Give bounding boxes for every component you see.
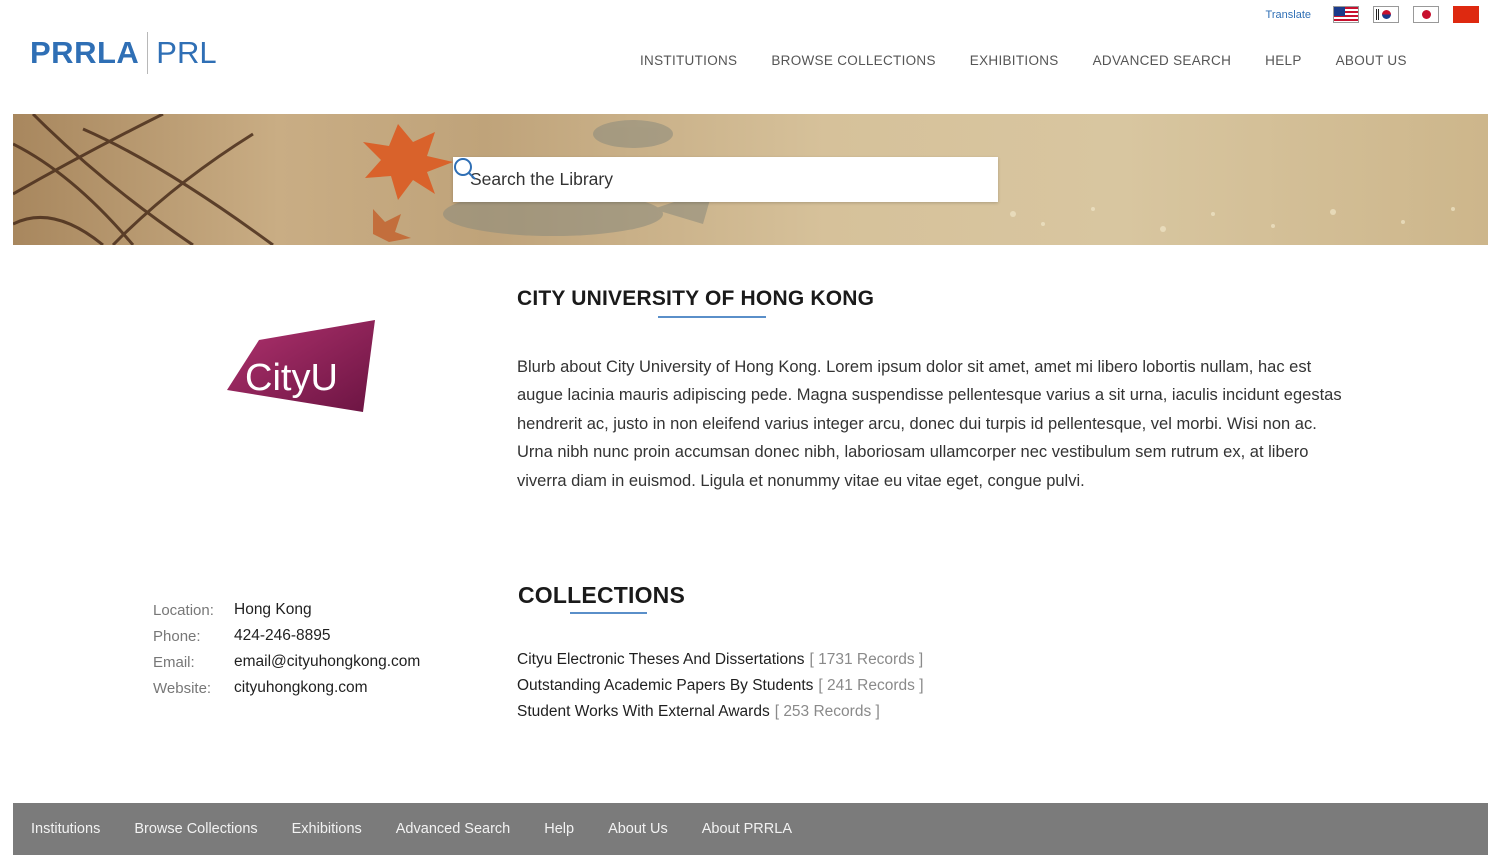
footer-link-advanced-search[interactable]: Advanced Search (396, 821, 510, 837)
collection-count: [ 241 Records ] (818, 677, 924, 694)
footer-link-browse-collections[interactable]: Browse Collections (134, 821, 257, 837)
china-flag-icon[interactable] (1453, 6, 1479, 23)
nav-advanced-search[interactable]: ADVANCED SEARCH (1093, 53, 1232, 68)
footer-link-about-us[interactable]: About Us (608, 821, 668, 837)
footer-link-about-prrla[interactable]: About PRRLA (702, 821, 792, 837)
collection-count: [ 253 Records ] (774, 703, 880, 720)
logo-secondary: PRL (156, 35, 217, 70)
nav-exhibitions[interactable]: EXHIBITIONS (970, 53, 1059, 68)
search-input[interactable] (453, 157, 948, 202)
footer-nav: Institutions Browse Collections Exhibiti… (13, 803, 1488, 855)
logo-divider (147, 32, 149, 74)
contact-value[interactable]: email@cityuhongkong.com (234, 653, 420, 671)
collections-list: Cityu Electronic Theses And Dissertation… (517, 647, 924, 725)
korea-flag-icon[interactable] (1373, 6, 1399, 23)
nav-institutions[interactable]: INSTITUTIONS (640, 53, 737, 68)
institution-title: CITY UNIVERSITY OF HONG KONG (517, 287, 875, 310)
collections-title: COLLECTIONS (518, 582, 686, 608)
contact-label: Phone: (153, 627, 201, 645)
contact-value: Hong Kong (234, 601, 312, 618)
collections-underline (570, 612, 647, 614)
collection-name[interactable]: Student Works With External Awards (517, 703, 770, 721)
utility-bar: Translate (1266, 6, 1479, 23)
contact-label: Email: (153, 653, 195, 671)
footer-link-institutions[interactable]: Institutions (31, 821, 100, 837)
contact-label: Location: (153, 601, 214, 619)
site-logo[interactable]: PRRLA PRL (30, 32, 217, 74)
search-icon[interactable] (454, 157, 998, 202)
contact-value: 424-246-8895 (234, 627, 331, 644)
collection-item[interactable]: Cityu Electronic Theses And Dissertation… (517, 647, 924, 673)
contact-row-location: Location: Hong Kong (153, 597, 420, 623)
contact-row-email: Email: email@cityuhongkong.com (153, 649, 420, 675)
collection-name[interactable]: Outstanding Academic Papers By Students (517, 677, 813, 695)
contact-row-phone: Phone: 424-246-8895 (153, 623, 420, 649)
hero-banner (13, 114, 1488, 245)
nav-about-us[interactable]: ABOUT US (1336, 53, 1407, 68)
cityu-logo-text: CityU (245, 357, 338, 399)
collection-name[interactable]: Cityu Electronic Theses And Dissertation… (517, 651, 804, 669)
contact-label: Website: (153, 679, 212, 697)
collection-item[interactable]: Student Works With External Awards [ 253… (517, 699, 924, 725)
title-underline (658, 316, 766, 318)
contact-details: Location: Hong Kong Phone: 424-246-8895 … (153, 597, 420, 701)
japan-flag-icon[interactable] (1413, 6, 1439, 23)
translate-link[interactable]: Translate (1266, 9, 1311, 21)
nav-help[interactable]: HELP (1265, 53, 1301, 68)
cityu-logo: CityU (227, 320, 379, 420)
collection-count: [ 1731 Records ] (809, 651, 924, 668)
contact-row-website: Website: cityuhongkong.com (153, 675, 420, 701)
footer-link-exhibitions[interactable]: Exhibitions (292, 821, 362, 837)
footer-link-help[interactable]: Help (544, 821, 574, 837)
library-search (453, 157, 998, 202)
us-flag-icon[interactable] (1333, 6, 1359, 23)
collection-item[interactable]: Outstanding Academic Papers By Students … (517, 673, 924, 699)
logo-primary: PRRLA (30, 35, 140, 70)
institution-blurb: Blurb about City University of Hong Kong… (517, 358, 1342, 490)
contact-value[interactable]: cityuhongkong.com (234, 679, 368, 697)
nav-browse-collections[interactable]: BROWSE COLLECTIONS (771, 53, 935, 68)
main-nav: INSTITUTIONS BROWSE COLLECTIONS EXHIBITI… (640, 53, 1441, 68)
